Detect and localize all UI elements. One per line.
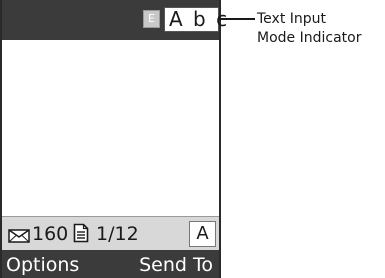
- softkey-bar: Options Send To: [2, 250, 219, 278]
- page-count: 1/12: [96, 223, 139, 245]
- dictionary-indicator: E: [143, 10, 160, 28]
- callout-line: [219, 18, 255, 20]
- send-to-softkey[interactable]: Send To: [139, 253, 213, 277]
- case-indicator: A: [189, 221, 216, 247]
- document-icon: [73, 223, 89, 243]
- text-input-mode-indicator: A b c: [164, 7, 227, 32]
- character-count: 160: [32, 223, 69, 245]
- envelope-icon: [8, 228, 30, 243]
- message-status-bar: 160 1/12 A: [2, 216, 219, 250]
- top-status-bar: E A b c: [2, 0, 227, 40]
- callout-line-2: Mode Indicator: [257, 30, 362, 46]
- phone-screen: E A b c 160 1/12 A Options Send To: [0, 0, 227, 278]
- callout-line-1: Text Input: [257, 11, 327, 27]
- message-text-area[interactable]: [2, 40, 219, 216]
- callout-label: Text Input Mode Indicator: [257, 10, 385, 48]
- options-softkey[interactable]: Options: [6, 253, 79, 277]
